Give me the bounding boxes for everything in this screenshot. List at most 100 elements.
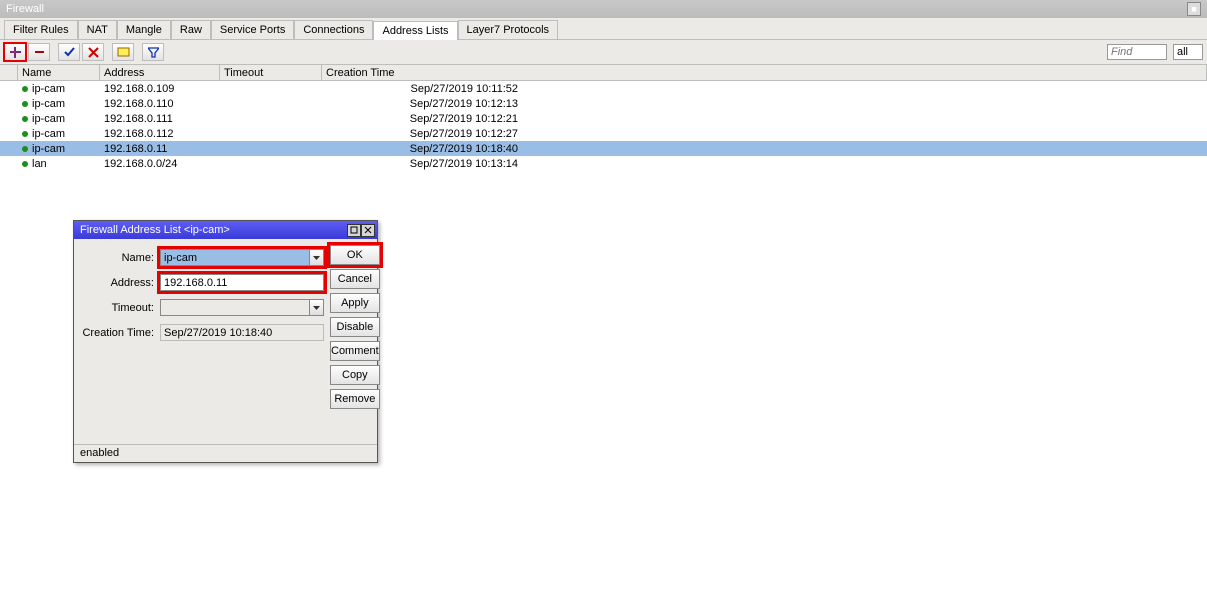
- row-indicator: [0, 156, 18, 171]
- find-input[interactable]: [1107, 44, 1167, 60]
- tab-filter-rules[interactable]: Filter Rules: [4, 20, 78, 39]
- row-address: 192.168.0.110: [100, 96, 220, 111]
- copy-button[interactable]: Copy: [330, 365, 380, 385]
- row-indicator: [0, 126, 18, 141]
- window-titlebar: Firewall ■: [0, 0, 1207, 18]
- minimize-icon: [350, 226, 358, 234]
- dialog-titlebar[interactable]: Firewall Address List <ip-cam>: [74, 221, 377, 239]
- cancel-button[interactable]: Cancel: [330, 269, 380, 289]
- row-address: 192.168.0.111: [100, 111, 220, 126]
- window-misc-button[interactable]: ■: [1187, 2, 1201, 16]
- tab-layer7[interactable]: Layer7 Protocols: [458, 20, 559, 39]
- dialog-minimize-button[interactable]: [347, 224, 361, 237]
- col-creation-time[interactable]: Creation Time: [322, 65, 1207, 80]
- status-dot-icon: [22, 131, 28, 137]
- disable-button[interactable]: Disable: [330, 317, 380, 337]
- table-body: ip-cam192.168.0.109Sep/27/2019 10:11:52i…: [0, 81, 1207, 171]
- dialog-close-button[interactable]: [361, 224, 375, 237]
- row-timeout: [220, 81, 322, 96]
- ok-button[interactable]: OK: [330, 245, 380, 265]
- check-icon: [64, 47, 75, 58]
- add-button[interactable]: [4, 43, 26, 61]
- table-row[interactable]: ip-cam192.168.0.110 Sep/27/2019 10:12:13: [0, 96, 1207, 111]
- row-ctime: Sep/27/2019 10:12:21: [322, 111, 522, 126]
- timeout-dropdown-button[interactable]: [310, 299, 324, 316]
- row-ctime: Sep/27/2019 10:18:40: [322, 141, 522, 156]
- status-dot-icon: [22, 101, 28, 107]
- plus-icon: [10, 47, 21, 58]
- tab-address-lists[interactable]: Address Lists: [373, 21, 457, 40]
- address-label: Address:: [80, 277, 156, 289]
- disable-button[interactable]: [82, 43, 104, 61]
- row-indicator: [0, 96, 18, 111]
- tab-service-ports[interactable]: Service Ports: [211, 20, 294, 39]
- row-timeout: [220, 141, 322, 156]
- creation-time-field: [160, 324, 324, 341]
- row-name: lan: [18, 156, 100, 171]
- timeout-field[interactable]: [160, 299, 310, 316]
- row-timeout: [220, 96, 322, 111]
- dialog-buttons: OK Cancel Apply Disable Comment Copy Rem…: [330, 245, 380, 438]
- row-name: ip-cam: [18, 96, 100, 111]
- tab-nat[interactable]: NAT: [78, 20, 117, 39]
- address-field[interactable]: [160, 274, 324, 291]
- comment-button[interactable]: [112, 43, 134, 61]
- tab-connections[interactable]: Connections: [294, 20, 373, 39]
- table-row[interactable]: lan192.168.0.0/24 Sep/27/2019 10:13:14: [0, 156, 1207, 171]
- window-title: Firewall: [6, 3, 44, 15]
- row-name: ip-cam: [18, 81, 100, 96]
- col-address[interactable]: Address: [100, 65, 220, 80]
- enable-button[interactable]: [58, 43, 80, 61]
- comment-button[interactable]: Comment: [330, 341, 380, 361]
- row-ctime: Sep/27/2019 10:13:14: [322, 156, 522, 171]
- chevron-down-icon: [313, 306, 320, 310]
- status-dot-icon: [22, 146, 28, 152]
- table-row[interactable]: ip-cam192.168.0.112 Sep/27/2019 10:12:27: [0, 126, 1207, 141]
- dialog-title: Firewall Address List <ip-cam>: [80, 224, 230, 236]
- table-row[interactable]: ip-cam192.168.0.109 Sep/27/2019 10:11:52: [0, 81, 1207, 96]
- row-timeout: [220, 111, 322, 126]
- name-label: Name:: [80, 252, 156, 264]
- filter-button[interactable]: [142, 43, 164, 61]
- row-address: 192.168.0.0/24: [100, 156, 220, 171]
- name-dropdown-button[interactable]: [310, 249, 324, 266]
- table-row[interactable]: ip-cam192.168.0.11Sep/27/2019 10:18:40: [0, 141, 1207, 156]
- status-dot-icon: [22, 86, 28, 92]
- timeout-label: Timeout:: [80, 302, 156, 314]
- tab-mangle[interactable]: Mangle: [117, 20, 171, 39]
- row-address: 192.168.0.112: [100, 126, 220, 141]
- row-ctime: Sep/27/2019 10:12:27: [322, 126, 522, 141]
- row-ctime: Sep/27/2019 10:11:52: [322, 81, 522, 96]
- status-dot-icon: [22, 161, 28, 167]
- address-list-table: Name Address Timeout Creation Time ip-ca…: [0, 65, 1207, 171]
- apply-button[interactable]: Apply: [330, 293, 380, 313]
- address-list-dialog: Firewall Address List <ip-cam> Name:: [73, 220, 378, 463]
- filter-scope-select[interactable]: [1173, 44, 1203, 60]
- tab-raw[interactable]: Raw: [171, 20, 211, 39]
- row-name: ip-cam: [18, 111, 100, 126]
- row-indicator: [0, 111, 18, 126]
- col-indicator[interactable]: [0, 65, 18, 80]
- table-header: Name Address Timeout Creation Time: [0, 65, 1207, 81]
- remove-button[interactable]: [28, 43, 50, 61]
- col-timeout[interactable]: Timeout: [220, 65, 322, 80]
- toolbar: [0, 40, 1207, 65]
- remove-button[interactable]: Remove: [330, 389, 380, 409]
- col-name[interactable]: Name: [18, 65, 100, 80]
- dialog-form: Name: Address: Timeout:: [80, 245, 324, 438]
- row-address: 192.168.0.11: [100, 141, 220, 156]
- table-row[interactable]: ip-cam192.168.0.111 Sep/27/2019 10:12:21: [0, 111, 1207, 126]
- chevron-down-icon: [313, 256, 320, 260]
- row-timeout: [220, 126, 322, 141]
- name-field[interactable]: [160, 249, 310, 266]
- funnel-icon: [148, 47, 159, 58]
- row-timeout: [220, 156, 322, 171]
- dialog-status: enabled: [74, 444, 377, 462]
- note-icon: [117, 47, 130, 57]
- ctime-label: Creation Time:: [80, 327, 156, 339]
- row-ctime: Sep/27/2019 10:12:13: [322, 96, 522, 111]
- row-address: 192.168.0.109: [100, 81, 220, 96]
- row-name: ip-cam: [18, 126, 100, 141]
- firewall-tabs: Filter Rules NAT Mangle Raw Service Port…: [0, 18, 1207, 40]
- row-indicator: [0, 141, 18, 156]
